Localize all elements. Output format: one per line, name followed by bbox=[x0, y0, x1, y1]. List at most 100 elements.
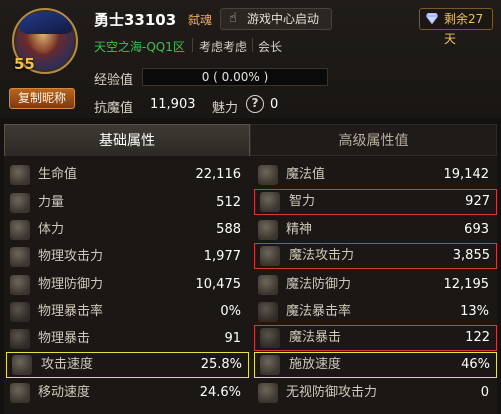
cast-speed-icon bbox=[260, 355, 280, 375]
stat-value: 22,116 bbox=[195, 167, 242, 182]
stat-label: 攻击速度 bbox=[41, 357, 94, 372]
stat-label: 魔法防御力 bbox=[286, 277, 352, 292]
level-badge: 55 bbox=[14, 55, 35, 73]
spirit-icon bbox=[258, 220, 278, 240]
stat-label: 魔法暴击率 bbox=[286, 304, 352, 319]
character-name: 勇士33103 bbox=[94, 11, 177, 29]
attribute-tabs: 基础属性 高级属性值 bbox=[4, 124, 497, 156]
help-icon[interactable]: ? bbox=[246, 95, 264, 113]
days-remaining-badge[interactable]: 剩余27天 bbox=[419, 8, 493, 46]
boot-icon bbox=[10, 383, 30, 403]
stat-row-physical-defense: 物理防御力 10,475 bbox=[4, 272, 247, 298]
hand-icon: ☝ bbox=[229, 11, 237, 26]
stat-label: 物理防御力 bbox=[38, 277, 104, 292]
stat-label: 精神 bbox=[286, 222, 313, 237]
stat-row-spirit: 精神 693 bbox=[252, 217, 495, 243]
stat-label: 魔法暴击 bbox=[289, 330, 342, 345]
attack-speed-icon bbox=[12, 355, 32, 375]
stat-row-physical-crit-rate: 物理暴击率 0% bbox=[4, 299, 247, 325]
stat-label: 无视防御攻击力 bbox=[286, 385, 378, 400]
magic-crit-icon bbox=[260, 328, 280, 348]
magic-crit-rate-icon bbox=[258, 302, 278, 322]
stat-row-stamina: 体力 588 bbox=[4, 217, 247, 243]
stat-value: 24.6% bbox=[199, 385, 241, 400]
stat-row-physical-crit: 物理暴击 91 bbox=[4, 326, 247, 352]
charm-value: 0 bbox=[270, 97, 279, 112]
stat-row-attack-speed: 攻击速度 25.8% bbox=[6, 352, 249, 378]
stat-row-physical-attack: 物理攻击力 1,977 bbox=[4, 244, 247, 270]
crit-rate-icon bbox=[10, 302, 30, 322]
stat-value: 693 bbox=[464, 222, 489, 237]
stat-row-cast-speed: 施放速度 46% bbox=[254, 352, 497, 378]
stat-row-ignore-defense: 无视防御攻击力 0 bbox=[252, 380, 495, 406]
strength-icon bbox=[10, 193, 30, 213]
stat-label: 物理攻击力 bbox=[38, 249, 104, 264]
stat-row-magic-attack: 魔法攻击力 3,855 bbox=[254, 243, 497, 269]
stat-value: 46% bbox=[461, 357, 490, 372]
shield-icon bbox=[10, 275, 30, 295]
stat-row-magic-crit: 魔法暴击 122 bbox=[254, 325, 497, 351]
crit-icon bbox=[10, 329, 30, 349]
stat-label: 力量 bbox=[38, 195, 65, 210]
stat-row-move-speed: 移动速度 24.6% bbox=[4, 380, 247, 406]
stat-value: 0 bbox=[480, 385, 489, 400]
days-remaining-text: 剩余27天 bbox=[444, 12, 484, 46]
stat-value: 10,475 bbox=[195, 277, 242, 292]
intelligence-icon bbox=[260, 192, 280, 212]
profile-header: 55 复制昵称 勇士33103 弑魂 ☝ 游戏中心启动 剩余27天 天空之海-Q… bbox=[0, 0, 501, 118]
stats-panel: 生命值 22,116 力量 512 体力 588 物理攻击力 1,977 物理防… bbox=[4, 156, 497, 414]
stat-value: 927 bbox=[465, 194, 490, 209]
stat-label: 移动速度 bbox=[38, 385, 91, 400]
stat-value: 3,855 bbox=[452, 248, 490, 263]
stat-value: 1,977 bbox=[203, 249, 241, 264]
copy-nickname-button[interactable]: 复制昵称 bbox=[9, 88, 75, 109]
mana-heart-icon bbox=[258, 165, 278, 185]
guild-rank: 会长 bbox=[258, 40, 283, 54]
stat-label: 物理暴击率 bbox=[38, 304, 104, 319]
stat-value: 0% bbox=[220, 304, 241, 319]
stat-row-strength: 力量 512 bbox=[4, 190, 247, 216]
stat-value: 588 bbox=[216, 222, 241, 237]
exp-value: 0 ( 0.00% ) bbox=[201, 70, 269, 84]
stat-value: 25.8% bbox=[200, 357, 242, 372]
divider bbox=[192, 38, 193, 52]
game-center-launch-button[interactable]: ☝ 游戏中心启动 bbox=[220, 8, 332, 30]
server-name: 天空之海-QQ1区 bbox=[94, 40, 185, 54]
resist-label: 抗魔值 bbox=[94, 101, 134, 116]
launch-label: 游戏中心启动 bbox=[247, 12, 320, 26]
stat-value: 512 bbox=[216, 195, 241, 210]
diamond-icon bbox=[426, 13, 438, 24]
stat-label: 魔法值 bbox=[286, 167, 326, 182]
resist-value: 11,903 bbox=[150, 97, 196, 112]
exp-progress-bar: 0 ( 0.00% ) bbox=[142, 68, 328, 86]
magic-attack-icon bbox=[260, 246, 280, 266]
stat-value: 12,195 bbox=[443, 277, 490, 292]
ignore-defense-icon bbox=[258, 383, 278, 403]
charm-label: 魅力 bbox=[212, 101, 239, 116]
stat-value: 19,142 bbox=[443, 167, 490, 182]
stat-row-hp: 生命值 22,116 bbox=[4, 162, 247, 188]
stat-label: 魔法攻击力 bbox=[289, 248, 355, 263]
stamina-icon bbox=[10, 220, 30, 240]
stat-label: 智力 bbox=[289, 194, 316, 209]
tab-advanced-attributes[interactable]: 高级属性值 bbox=[250, 124, 497, 156]
divider bbox=[252, 38, 253, 52]
stat-label: 物理暴击 bbox=[38, 331, 91, 346]
stat-row-intelligence: 智力 927 bbox=[254, 189, 497, 215]
stat-row-mp: 魔法值 19,142 bbox=[252, 162, 495, 188]
stat-row-magic-crit-rate: 魔法暴击率 13% bbox=[252, 299, 495, 325]
sword-icon bbox=[10, 247, 30, 267]
heart-icon bbox=[10, 165, 30, 185]
stat-value: 13% bbox=[460, 304, 489, 319]
magic-defense-icon bbox=[258, 275, 278, 295]
exp-label: 经验值 bbox=[94, 73, 134, 88]
guild-name[interactable]: 考虑考虑 bbox=[199, 38, 247, 55]
stat-value: 91 bbox=[224, 331, 241, 346]
tab-basic-attributes[interactable]: 基础属性 bbox=[4, 124, 250, 156]
stat-value: 122 bbox=[465, 330, 490, 345]
character-job: 弑魂 bbox=[188, 13, 213, 27]
stat-label: 施放速度 bbox=[289, 357, 342, 372]
stat-row-magic-defense: 魔法防御力 12,195 bbox=[252, 272, 495, 298]
stat-label: 生命值 bbox=[38, 167, 78, 182]
stat-label: 体力 bbox=[38, 222, 65, 237]
